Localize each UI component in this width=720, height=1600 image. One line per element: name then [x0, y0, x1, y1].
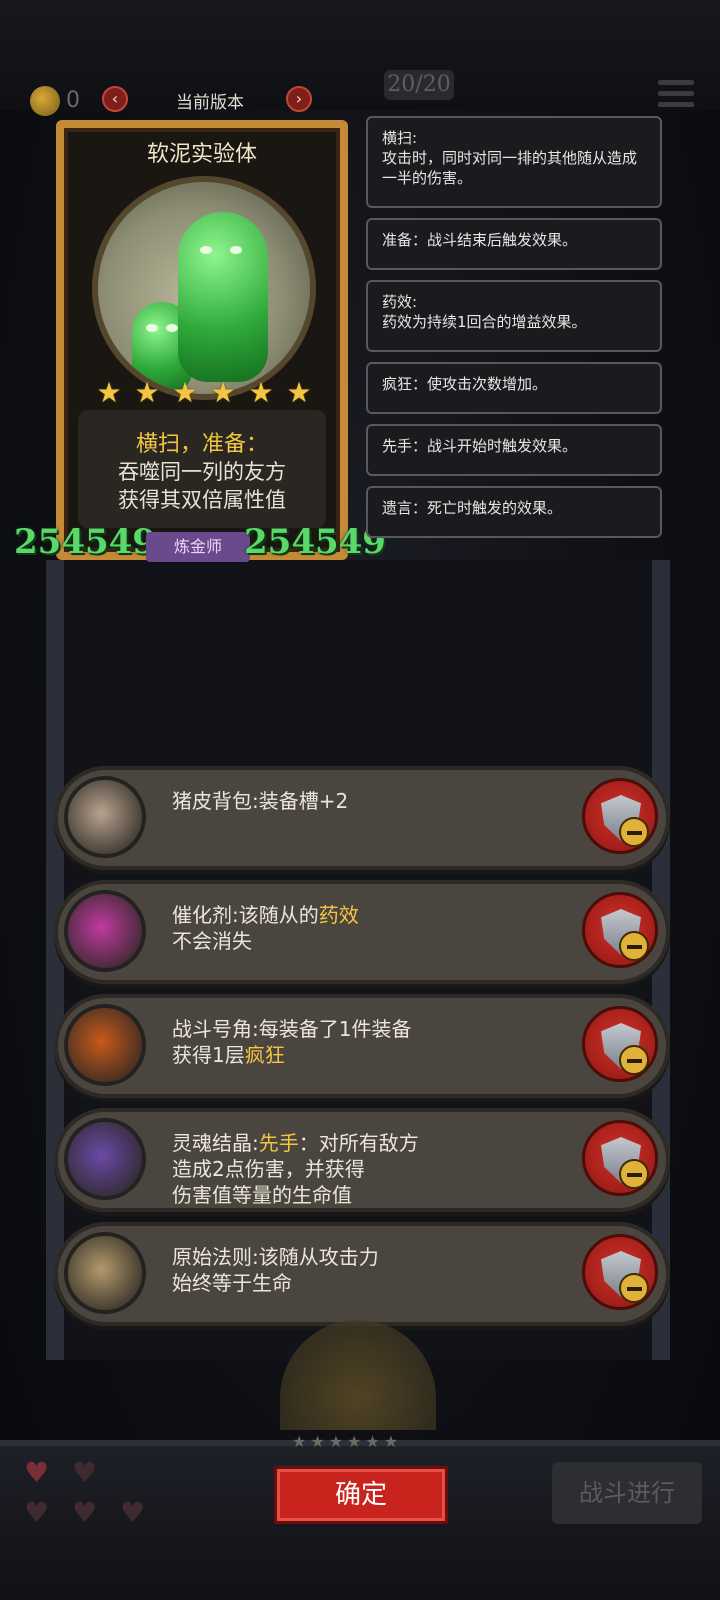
confirm-button[interactable]: 确定: [274, 1466, 448, 1524]
unequip-button[interactable]: [582, 778, 658, 854]
keyword-box: 横扫: 攻击时，同时对同一排的其他随从造成一半的伤害。: [366, 116, 662, 208]
unit-name: 软泥实验体: [146, 142, 257, 167]
star-icon: ★: [172, 376, 198, 409]
eye-icon: [200, 246, 212, 254]
prev-version-button[interactable]: ‹: [102, 86, 128, 112]
health-value: 254549: [244, 522, 386, 562]
equipment-description: 原始法则:该随从攻击力 始终等于生命: [172, 1245, 379, 1295]
unequip-button[interactable]: [582, 1234, 658, 1310]
heart-icon: ♥: [72, 1456, 98, 1489]
equipment-item[interactable]: 战斗号角:每装备了1件装备 获得1层疯狂: [54, 994, 670, 1098]
menu-icon[interactable]: [658, 80, 694, 112]
coin-count: 0: [66, 88, 80, 113]
minus-icon: [619, 817, 649, 847]
version-label: 当前版本: [176, 93, 244, 113]
keyword-text: 准备：战斗结束后触发效果。: [382, 231, 578, 249]
heart-icon: ♥: [72, 1496, 98, 1529]
unit-counter: 20/20: [384, 70, 454, 100]
unit-desc-line: 吞噬同一列的友方: [118, 460, 286, 484]
keyword-box: 准备：战斗结束后触发效果。: [366, 218, 662, 270]
equipment-item[interactable]: 原始法则:该随从攻击力 始终等于生命: [54, 1222, 670, 1326]
minus-icon: [619, 1045, 649, 1075]
equipment-description: 催化剂:该随从的药效 不会消失: [172, 903, 359, 953]
equipment-item[interactable]: 催化剂:该随从的药效 不会消失: [54, 880, 670, 984]
soul-crystal-icon: [64, 1118, 146, 1200]
keyword-title: 横扫:: [382, 129, 418, 147]
unit-desc-line: 获得其双倍属性值: [118, 488, 286, 512]
attack-value: 254549: [14, 522, 156, 562]
star-icon: ★: [286, 376, 312, 409]
star-icon: ★: [248, 376, 274, 409]
unit-description: 横扫，准备： 吞噬同一列的友方 获得其双倍属性值: [78, 410, 326, 528]
unequip-button[interactable]: [582, 1006, 658, 1082]
unequip-button[interactable]: [582, 1120, 658, 1196]
battle-button[interactable]: 战斗进行: [552, 1462, 702, 1524]
heart-icon: ♥: [24, 1456, 50, 1489]
keyword-box: 遗言：死亡时触发的效果。: [366, 486, 662, 538]
unit-keywords: 横扫，准备：: [135, 432, 268, 457]
keyword-box: 疯狂：使攻击次数增加。: [366, 362, 662, 414]
equipment-description: 猪皮背包:装备槽+2: [172, 789, 349, 813]
coin-icon: [30, 86, 60, 116]
keyword-text: 遗言：死亡时触发的效果。: [382, 499, 563, 517]
keyword-text: 攻击时，同时对同一排的其他随从造成一半的伤害。: [382, 149, 638, 187]
slime-portrait: [92, 176, 316, 400]
bottom-unit-stars: ★★★★★★: [292, 1432, 403, 1451]
minus-icon: [619, 1273, 649, 1303]
unit-stars: ★ ★ ★ ★ ★ ★: [94, 378, 314, 408]
primal-law-icon: [64, 1232, 146, 1314]
equipment-item[interactable]: 猪皮背包:装备槽+2: [54, 766, 670, 870]
minus-icon: [619, 1159, 649, 1189]
big-slime: [178, 212, 268, 382]
keyword-text: 药效为持续1回合的增益效果。: [382, 313, 587, 331]
eye-icon: [166, 324, 178, 332]
class-badge: 炼金师: [146, 532, 250, 562]
keyword-box: 药效: 药效为持续1回合的增益效果。: [366, 280, 662, 352]
unit-card: 软泥实验体 ★ ★ ★ ★ ★ ★ 横扫，准备： 吞噬同一列的友方 获得其双倍属性值: [56, 120, 348, 560]
star-icon: ★: [134, 376, 160, 409]
keyword-title: 药效:: [382, 293, 418, 311]
next-version-button[interactable]: ›: [286, 86, 312, 112]
equipment-item[interactable]: 灵魂结晶:先手：对所有敌方 造成2点伤害，并获得 伤害值等量的生命值: [54, 1108, 670, 1212]
heart-icon: ♥: [24, 1496, 50, 1529]
eye-icon: [230, 246, 242, 254]
equipment-description: 灵魂结晶:先手：对所有敌方 造成2点伤害，并获得 伤害值等量的生命值: [172, 1131, 419, 1207]
star-icon: ★: [210, 376, 236, 409]
heart-icon: ♥: [120, 1496, 146, 1529]
battle-horn-icon: [64, 1004, 146, 1086]
star-icon: ★: [96, 376, 122, 409]
keyword-text: 先手：战斗开始时触发效果。: [382, 437, 578, 455]
equipment-description: 战斗号角:每装备了1件装备 获得1层疯狂: [172, 1017, 412, 1067]
minus-icon: [619, 931, 649, 961]
keyword-text: 疯狂：使攻击次数增加。: [382, 375, 548, 393]
pig-backpack-icon: [64, 776, 146, 858]
keyword-box: 先手：战斗开始时触发效果。: [366, 424, 662, 476]
unequip-button[interactable]: [582, 892, 658, 968]
catalyst-icon: [64, 890, 146, 972]
eye-icon: [146, 324, 158, 332]
